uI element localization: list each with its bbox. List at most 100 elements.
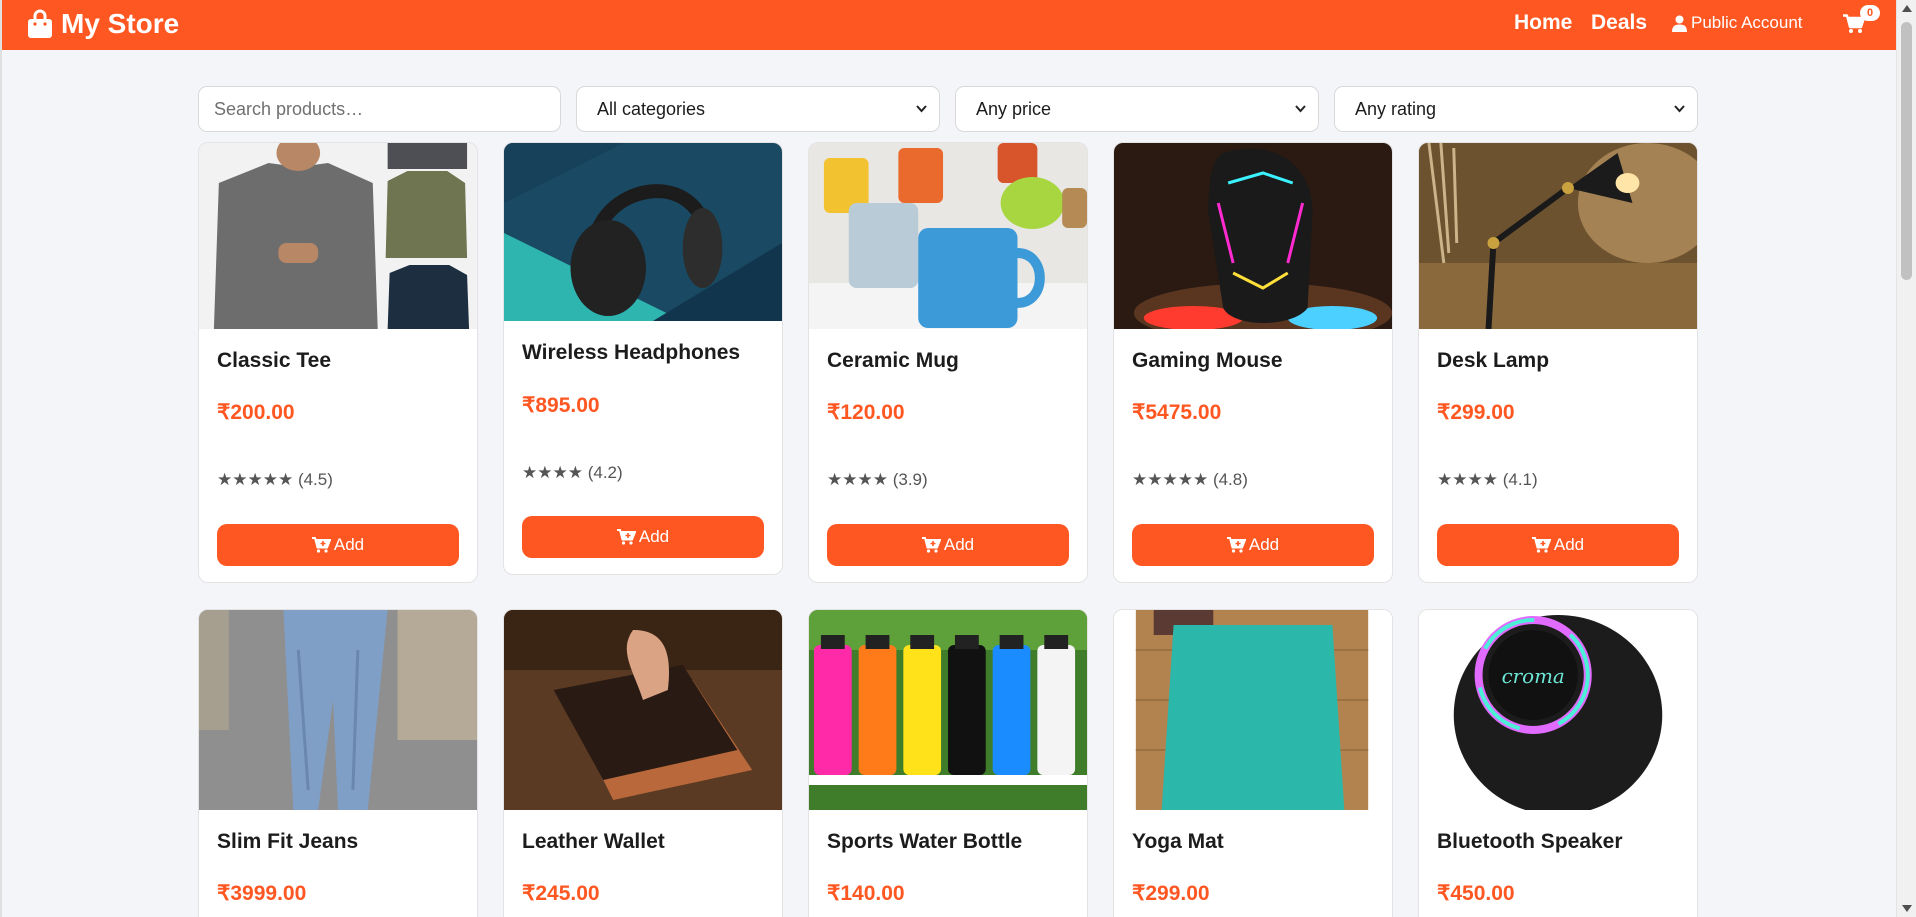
product-image[interactable]: [504, 610, 782, 810]
product-title[interactable]: Classic Tee: [217, 349, 331, 373]
rating-value: (4.5): [297, 470, 333, 489]
scroll-up-arrow-icon[interactable]: [1902, 5, 1912, 12]
price-select-value: Any price: [976, 98, 1052, 119]
add-button-label: Add: [1553, 535, 1585, 554]
product-title[interactable]: Leather Wallet: [522, 830, 665, 854]
rating-select[interactable]: Any rating: [1334, 86, 1698, 132]
water-bottles-image: [809, 610, 1087, 810]
cart-count-badge: 0: [1860, 5, 1880, 21]
wallet-image: [504, 610, 782, 810]
product-title[interactable]: Slim Fit Jeans: [217, 830, 358, 854]
category-select[interactable]: All categories: [576, 86, 940, 132]
filter-bar: All categories Any price Any rating: [198, 86, 1698, 132]
cart-plus-icon: [1226, 537, 1246, 553]
rating-select-value: Any rating: [1355, 98, 1437, 119]
product-image[interactable]: [504, 143, 782, 321]
product-price: ₹299.00: [1437, 401, 1515, 424]
product-card: Ceramic Mug ₹120.00 ★★★★ (3.9) Add: [808, 142, 1088, 583]
star-icons: ★★★★★: [217, 470, 294, 489]
chevron-down-icon: [916, 105, 927, 113]
product-image[interactable]: [199, 610, 477, 810]
jeans-image: [199, 610, 477, 810]
chevron-down-icon: [1295, 105, 1306, 113]
product-price: ₹5475.00: [1132, 401, 1222, 424]
tshirt-image: [199, 143, 477, 329]
product-rating: ★★★★★ (4.8): [1132, 470, 1248, 490]
add-button-label: Add: [1248, 535, 1280, 554]
category-select-value: All categories: [597, 98, 706, 119]
top-navbar: My Store Home Deals Public Account 0: [0, 0, 1896, 50]
product-rating: ★★★★ (4.2): [522, 463, 623, 483]
nav-home-link[interactable]: Home: [1514, 11, 1572, 35]
brand-name: My Store: [61, 8, 180, 39]
user-icon: [1672, 15, 1687, 32]
product-price: ₹450.00: [1437, 882, 1515, 905]
product-card: Classic Tee ₹200.00 ★★★★★ (4.5) Add: [198, 142, 478, 583]
product-card: Desk Lamp ₹299.00 ★★★★ (4.1) Add: [1418, 142, 1698, 583]
product-image[interactable]: [809, 610, 1087, 810]
product-image[interactable]: [1114, 610, 1392, 810]
product-image[interactable]: [1114, 143, 1392, 329]
add-to-cart-button[interactable]: Add: [217, 524, 459, 566]
product-title[interactable]: Ceramic Mug: [827, 349, 959, 373]
headphones-image: [504, 143, 782, 321]
scrollbar-thumb[interactable]: [1901, 22, 1912, 280]
add-to-cart-button[interactable]: Add: [827, 524, 1069, 566]
add-to-cart-button[interactable]: Add: [1437, 524, 1679, 566]
rating-value: (4.2): [587, 463, 623, 482]
cart-plus-icon: [616, 529, 636, 545]
brand-link[interactable]: My Store: [27, 8, 179, 40]
add-to-cart-button[interactable]: Add: [522, 516, 764, 558]
product-price: ₹120.00: [827, 401, 905, 424]
product-price: ₹245.00: [522, 882, 600, 905]
product-title[interactable]: Wireless Headphones: [522, 341, 740, 365]
product-price: ₹3999.00: [217, 882, 307, 905]
product-card: Slim Fit Jeans ₹3999.00: [198, 609, 478, 917]
cart-plus-icon: [1531, 537, 1551, 553]
product-card: Gaming Mouse ₹5475.00 ★★★★★ (4.8) Add: [1113, 142, 1393, 583]
product-card: croma Bluetooth Speaker ₹450.00: [1418, 609, 1698, 917]
speaker-image: croma: [1419, 610, 1697, 810]
star-icons: ★★★★: [1437, 470, 1498, 489]
yoga-mat-image: [1114, 610, 1392, 810]
product-price: ₹299.00: [1132, 882, 1210, 905]
product-rating: ★★★★ (4.1): [1437, 470, 1538, 490]
product-price: ₹200.00: [217, 401, 295, 424]
product-rating: ★★★★★ (4.5): [217, 470, 333, 490]
product-title[interactable]: Gaming Mouse: [1132, 349, 1283, 373]
price-select[interactable]: Any price: [955, 86, 1319, 132]
product-image[interactable]: croma: [1419, 610, 1697, 810]
product-rating: ★★★★ (3.9): [827, 470, 928, 490]
star-icons: ★★★★: [827, 470, 888, 489]
product-card: Sports Water Bottle ₹140.00: [808, 609, 1088, 917]
add-button-label: Add: [638, 527, 670, 546]
add-button-label: Add: [943, 535, 975, 554]
product-title[interactable]: Yoga Mat: [1132, 830, 1224, 854]
account-link[interactable]: Public Account: [1672, 13, 1803, 33]
add-to-cart-button[interactable]: Add: [1132, 524, 1374, 566]
product-image[interactable]: [1419, 143, 1697, 329]
product-title[interactable]: Bluetooth Speaker: [1437, 830, 1623, 854]
product-image[interactable]: [199, 143, 477, 329]
desk-lamp-image: [1419, 143, 1697, 329]
scroll-down-arrow-icon[interactable]: [1902, 905, 1912, 912]
product-image[interactable]: [809, 143, 1087, 329]
star-icons: ★★★★: [522, 463, 583, 482]
gaming-mouse-image: [1114, 143, 1392, 329]
account-label: Public Account: [1691, 13, 1803, 32]
nav-deals-link[interactable]: Deals: [1591, 11, 1647, 35]
cart-plus-icon: [311, 537, 331, 553]
mug-image: [809, 143, 1087, 329]
cart-button[interactable]: 0: [1843, 5, 1880, 40]
page-scrollbar[interactable]: [1896, 0, 1916, 917]
speaker-logo-text: croma: [1502, 665, 1565, 688]
star-icons: ★★★★★: [1132, 470, 1209, 489]
rating-value: (3.9): [892, 470, 928, 489]
rating-value: (4.1): [1502, 470, 1538, 489]
search-input[interactable]: [198, 86, 561, 132]
product-title[interactable]: Desk Lamp: [1437, 349, 1549, 373]
cart-plus-icon: [921, 537, 941, 553]
add-button-label: Add: [333, 535, 365, 554]
rating-value: (4.8): [1212, 470, 1248, 489]
product-title[interactable]: Sports Water Bottle: [827, 830, 1022, 854]
